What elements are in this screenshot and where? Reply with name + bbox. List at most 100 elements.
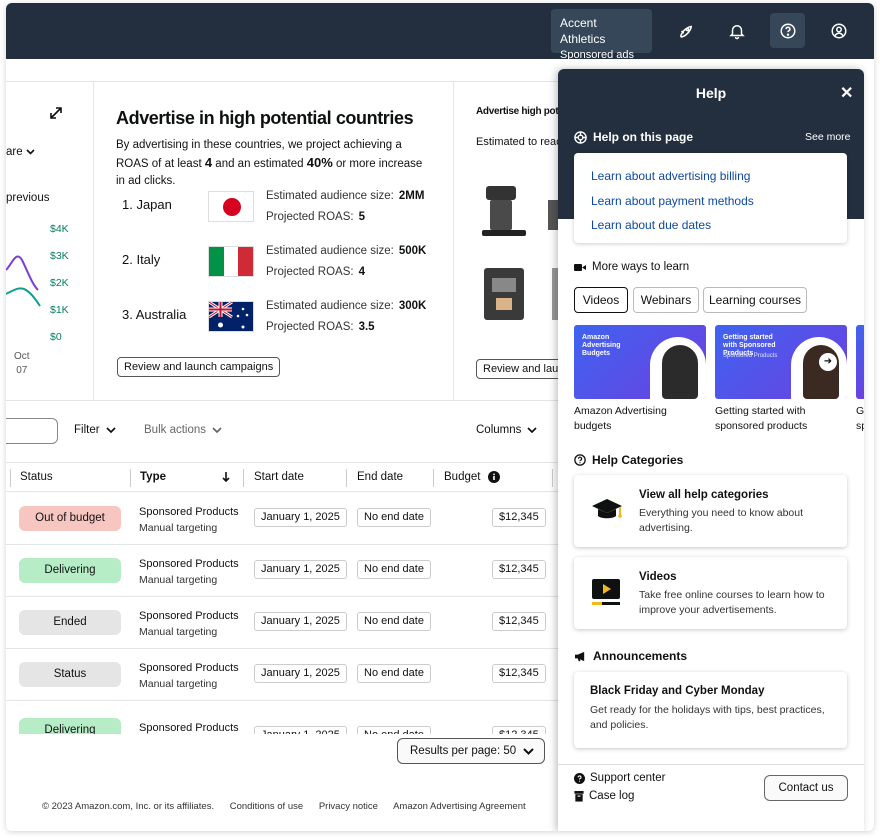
columns-dropdown[interactable]: Columns: [476, 424, 537, 436]
carousel-next-arrow-icon[interactable]: ➜: [819, 353, 837, 371]
start-date-field[interactable]: January 1, 2025: [254, 664, 347, 683]
video-thumbnail-budgets[interactable]: Amazon Advertising Budgets: [574, 325, 706, 399]
status-badge: Delivering: [19, 718, 121, 734]
help-on-page-label: Help on this page: [593, 130, 694, 144]
video-thumbnail-title: Amazon Advertising Budgets: [582, 334, 621, 357]
start-date-field[interactable]: January 1, 2025: [254, 726, 347, 734]
video-player-icon: [592, 579, 620, 605]
filter-dropdown[interactable]: Filter: [74, 424, 116, 436]
see-more-link[interactable]: See more: [805, 131, 851, 143]
review-launch-button-2[interactable]: Review and laun: [476, 359, 558, 379]
help-category-card-all[interactable]: View all help categories Everything you …: [574, 475, 847, 547]
payment-methods-help-link[interactable]: Learn about payment methods: [591, 189, 847, 214]
roas-label: Projected ROAS:: [266, 321, 354, 333]
column-header-status[interactable]: Status: [20, 463, 53, 491]
targeting-label: Manual targeting: [139, 522, 218, 534]
status-badge: Status: [19, 662, 121, 687]
table-row[interactable]: Delivering Sponsored Products Manual targ…: [6, 545, 558, 597]
sort-arrow-down-icon[interactable]: [222, 472, 230, 483]
tab-webinars[interactable]: Webinars: [633, 287, 699, 313]
metric-dropdown-label: are: [6, 146, 23, 158]
results-per-page-dropdown[interactable]: Results per page: 50: [397, 738, 545, 764]
column-header-end-date[interactable]: End date: [357, 463, 403, 491]
expand-icon[interactable]: [50, 106, 62, 124]
column-header-budget[interactable]: Budget: [444, 463, 480, 491]
support-center-link[interactable]: Support center: [574, 772, 665, 784]
video-thumbnail-partial[interactable]: [856, 325, 864, 399]
column-header-start-date[interactable]: Start date: [254, 463, 304, 491]
info-icon[interactable]: [488, 471, 500, 483]
video-caption[interactable]: Amazon Advertising budgets: [574, 404, 706, 434]
budget-field[interactable]: $12,345: [492, 560, 546, 579]
country-name: 3. Australia: [122, 307, 187, 322]
close-icon[interactable]: ✕: [840, 83, 853, 103]
budget-field[interactable]: $12,345: [492, 508, 546, 527]
country-name: 1. Japan: [122, 197, 172, 212]
columns-label: Columns: [476, 424, 522, 436]
start-date-field[interactable]: January 1, 2025: [254, 508, 347, 527]
announcement-title: Black Friday and Cyber Monday: [590, 685, 765, 697]
country-row-australia: 3. Australia Estimated audience size: 30…: [116, 296, 446, 340]
end-date-field[interactable]: No end date: [357, 726, 431, 734]
australia-flag-icon: [208, 301, 254, 332]
conditions-link[interactable]: Conditions of use: [230, 801, 303, 812]
bulk-actions-label: Bulk actions: [144, 424, 207, 436]
due-dates-help-link[interactable]: Learn about due dates: [591, 213, 847, 238]
end-date-field[interactable]: No end date: [357, 664, 431, 683]
products-card: Advertise high pote Estimated to reac Re…: [454, 82, 558, 400]
table-row[interactable]: Delivering Sponsored Products January 1,…: [6, 701, 558, 734]
help-icon[interactable]: [770, 13, 805, 48]
user-icon[interactable]: [821, 13, 856, 48]
start-date-field[interactable]: January 1, 2025: [254, 560, 347, 579]
country-name: 2. Italy: [122, 252, 161, 267]
billing-help-link[interactable]: Learn about advertising billing: [591, 164, 847, 189]
account-switcher[interactable]: Accent Athletics Sponsored ads: [551, 9, 652, 61]
bulk-actions-dropdown[interactable]: Bulk actions: [144, 424, 222, 436]
country-stats: Estimated audience size: 500K Projected R…: [266, 241, 426, 283]
x-tick: Oct 07: [14, 350, 30, 378]
budget-field[interactable]: $12,345: [492, 726, 546, 734]
budget-field[interactable]: $12,345: [492, 664, 546, 683]
tab-videos[interactable]: Videos: [574, 287, 628, 313]
agreement-link[interactable]: Amazon Advertising Agreement: [393, 801, 526, 812]
help-panel-title: Help: [695, 85, 727, 101]
targeting-label: Manual targeting: [139, 678, 218, 690]
review-launch-button[interactable]: Review and launch campaigns: [117, 357, 281, 377]
search-input[interactable]: [6, 418, 58, 444]
performance-card: are previous $4K $3K $2K $1K $0 Oct 07: [6, 82, 94, 400]
comparison-label: previous: [6, 192, 50, 204]
table-row[interactable]: Ended Sponsored Products Manual targeting…: [6, 597, 558, 649]
countries-card-description: By advertising in these countries, we pr…: [116, 137, 431, 190]
status-badge: Ended: [19, 610, 121, 635]
japan-flag-icon: [208, 191, 254, 222]
end-date-field[interactable]: No end date: [357, 612, 431, 631]
table-row[interactable]: Out of budget Sponsored Products Manual t…: [6, 493, 558, 545]
desc-percent-value: 40%: [306, 155, 333, 170]
help-category-card-videos[interactable]: Videos Take free online courses to learn…: [574, 557, 847, 629]
tab-learning-courses[interactable]: Learning courses: [703, 287, 807, 313]
main-content: are previous $4K $3K $2K $1K $0 Oct 07 A…: [6, 59, 558, 831]
status-badge: Out of budget: [19, 506, 121, 531]
video-caption[interactable]: Ge sp: [856, 404, 864, 434]
metric-dropdown[interactable]: are: [6, 146, 35, 158]
type-label: Sponsored Products: [139, 662, 239, 674]
announcement-card[interactable]: Black Friday and Cyber Monday Get ready …: [574, 672, 847, 748]
start-date-field[interactable]: January 1, 2025: [254, 612, 347, 631]
audience-value: 300K: [398, 300, 427, 312]
table-row[interactable]: Status Sponsored Products Manual targetin…: [6, 649, 558, 701]
y-tick-4k: $4K: [50, 223, 69, 235]
contact-us-button[interactable]: Contact us: [764, 775, 848, 801]
video-thumbnail-getting-started[interactable]: Getting started with Sponsored Products …: [715, 325, 847, 399]
more-ways-heading: More ways to learn: [574, 261, 689, 273]
case-log-link[interactable]: Case log: [574, 790, 634, 802]
bell-icon[interactable]: [719, 13, 754, 48]
budget-field[interactable]: $12,345: [492, 612, 546, 631]
privacy-link[interactable]: Privacy notice: [319, 801, 378, 812]
end-date-field[interactable]: No end date: [357, 508, 431, 527]
end-date-field[interactable]: No end date: [357, 560, 431, 579]
audience-label: Estimated audience size:: [266, 300, 394, 312]
video-caption[interactable]: Getting started with sponsored products: [715, 404, 825, 434]
chevron-down-icon: [26, 149, 35, 155]
rocket-icon[interactable]: [668, 13, 703, 48]
column-header-type[interactable]: Type: [140, 463, 166, 491]
